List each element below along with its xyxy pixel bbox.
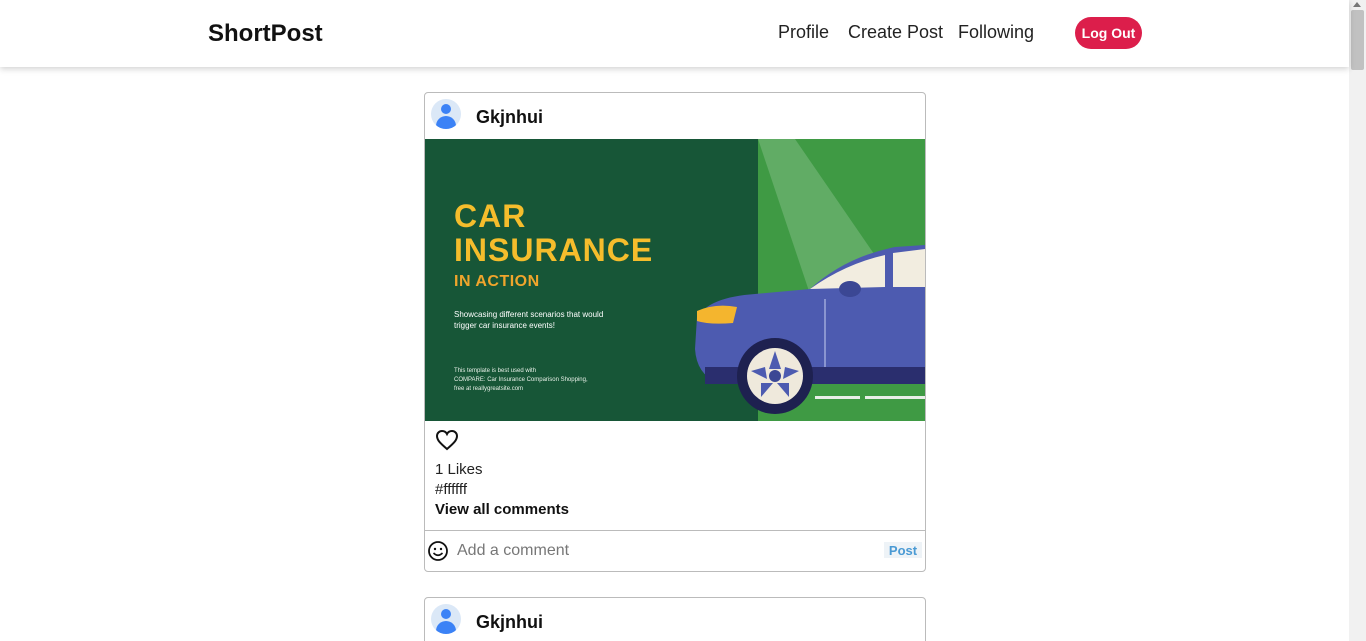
nav-create-post-link[interactable]: Create Post	[848, 22, 943, 43]
likes-count: 1 Likes	[435, 461, 483, 478]
post-caption: #ffffff	[435, 481, 467, 498]
image-title: CAR INSURANCE	[454, 198, 654, 268]
post-header: Gkjnhui	[425, 598, 925, 641]
nav-following-link[interactable]: Following	[958, 22, 1034, 43]
heart-icon[interactable]	[435, 429, 459, 451]
image-note: This template is best used with COMPARE:…	[454, 368, 588, 392]
post-username[interactable]: Gkjnhui	[476, 612, 543, 633]
post-card: Gkjnhui	[424, 597, 926, 641]
post-comment-button[interactable]: Post	[884, 542, 922, 558]
image-subtitle: IN ACTION	[454, 273, 540, 290]
smiley-icon[interactable]	[427, 540, 449, 562]
brand-logo[interactable]: ShortPost	[208, 20, 323, 48]
view-all-comments-link[interactable]: View all comments	[435, 501, 569, 518]
post-header: Gkjnhui	[425, 93, 925, 139]
scroll-up-arrow-icon[interactable]	[1353, 2, 1361, 7]
user-avatar-icon[interactable]	[431, 604, 461, 634]
post-image: CAR INSURANCE IN ACTION Showcasing diffe…	[425, 139, 925, 421]
page-scrollbar[interactable]	[1349, 0, 1366, 641]
post-card: Gkjnhui	[424, 92, 926, 572]
comment-input[interactable]	[457, 538, 877, 564]
page: ShortPost Profile Create Post Following …	[0, 0, 1366, 641]
post-username[interactable]: Gkjnhui	[476, 107, 543, 128]
top-navbar: ShortPost Profile Create Post Following …	[0, 0, 1349, 67]
image-description: Showcasing different scenarios that woul…	[454, 310, 604, 330]
nav-profile-link[interactable]: Profile	[778, 22, 829, 43]
user-avatar-icon[interactable]	[431, 99, 461, 129]
comment-bar: Post	[425, 530, 925, 571]
logout-button[interactable]: Log Out	[1075, 17, 1142, 49]
scroll-thumb[interactable]	[1351, 10, 1364, 70]
